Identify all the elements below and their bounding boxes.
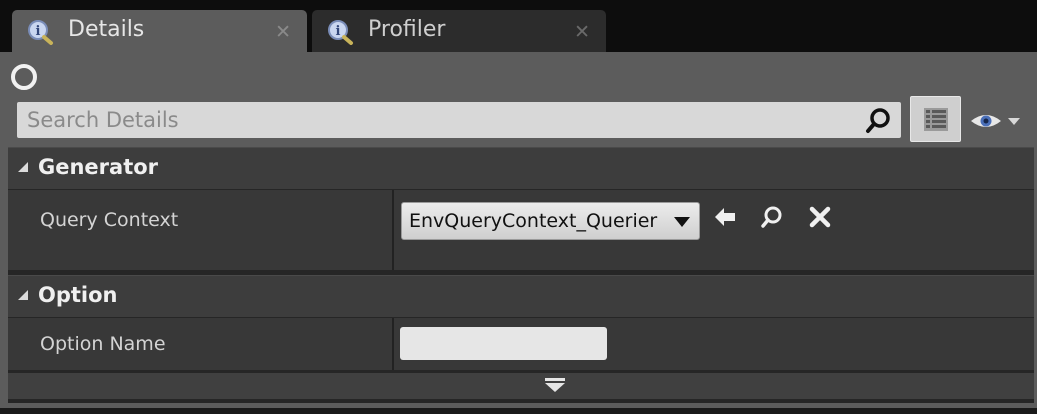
dropdown-value: EnvQueryContext_Querier xyxy=(409,210,658,232)
expand-advanced-arrow-icon xyxy=(545,378,565,392)
details-magnifier-icon: i xyxy=(28,20,53,45)
search-input[interactable] xyxy=(17,102,857,138)
tab-profiler-label: Profiler xyxy=(368,17,446,42)
chevron-down-icon xyxy=(674,217,690,227)
collapse-arrow-icon xyxy=(18,162,28,172)
property-row-query-context: Query Context EnvQueryContext_Querier xyxy=(8,190,1034,270)
close-icon[interactable]: ✕ xyxy=(574,21,590,43)
property-matrix-icon xyxy=(924,108,948,131)
property-row-option-name: Option Name xyxy=(8,318,1034,370)
details-panel: Generator Query Context EnvQueryContext_… xyxy=(0,52,1037,408)
view-options-button[interactable] xyxy=(910,96,961,142)
search-icon[interactable] xyxy=(865,107,893,135)
use-selected-arrow-icon[interactable] xyxy=(712,204,738,230)
collapse-arrow-icon xyxy=(18,290,28,300)
clear-x-icon[interactable] xyxy=(807,204,833,230)
category-generator[interactable]: Generator xyxy=(8,147,1034,189)
column-splitter[interactable] xyxy=(392,190,394,270)
details-view: Generator Query Context EnvQueryContext_… xyxy=(8,147,1034,403)
close-icon[interactable]: ✕ xyxy=(275,21,291,43)
tab-profiler[interactable]: i Profiler ✕ xyxy=(312,10,606,52)
loading-circle-icon xyxy=(11,64,37,90)
property-label: Query Context xyxy=(40,209,179,231)
profiler-magnifier-icon: i xyxy=(328,20,353,45)
visibility-filter-button[interactable] xyxy=(968,106,1030,136)
svg-text:i: i xyxy=(336,24,341,39)
eye-icon xyxy=(971,115,1020,127)
advanced-toggle[interactable] xyxy=(8,373,1034,399)
tab-details[interactable]: i Details ✕ xyxy=(12,10,307,52)
search-box xyxy=(17,102,901,138)
category-option[interactable]: Option xyxy=(8,275,1034,317)
browse-magnifier-icon[interactable] xyxy=(759,204,785,230)
category-label: Option xyxy=(38,283,118,307)
option-name-field[interactable] xyxy=(400,327,607,360)
tab-bar: i Details ✕ i Profiler ✕ xyxy=(0,0,1037,52)
column-splitter[interactable] xyxy=(392,318,394,370)
query-context-dropdown[interactable]: EnvQueryContext_Querier xyxy=(401,202,700,240)
svg-text:i: i xyxy=(36,24,41,39)
property-label: Option Name xyxy=(40,333,166,355)
tab-details-label: Details xyxy=(68,17,145,42)
category-label: Generator xyxy=(38,155,159,179)
